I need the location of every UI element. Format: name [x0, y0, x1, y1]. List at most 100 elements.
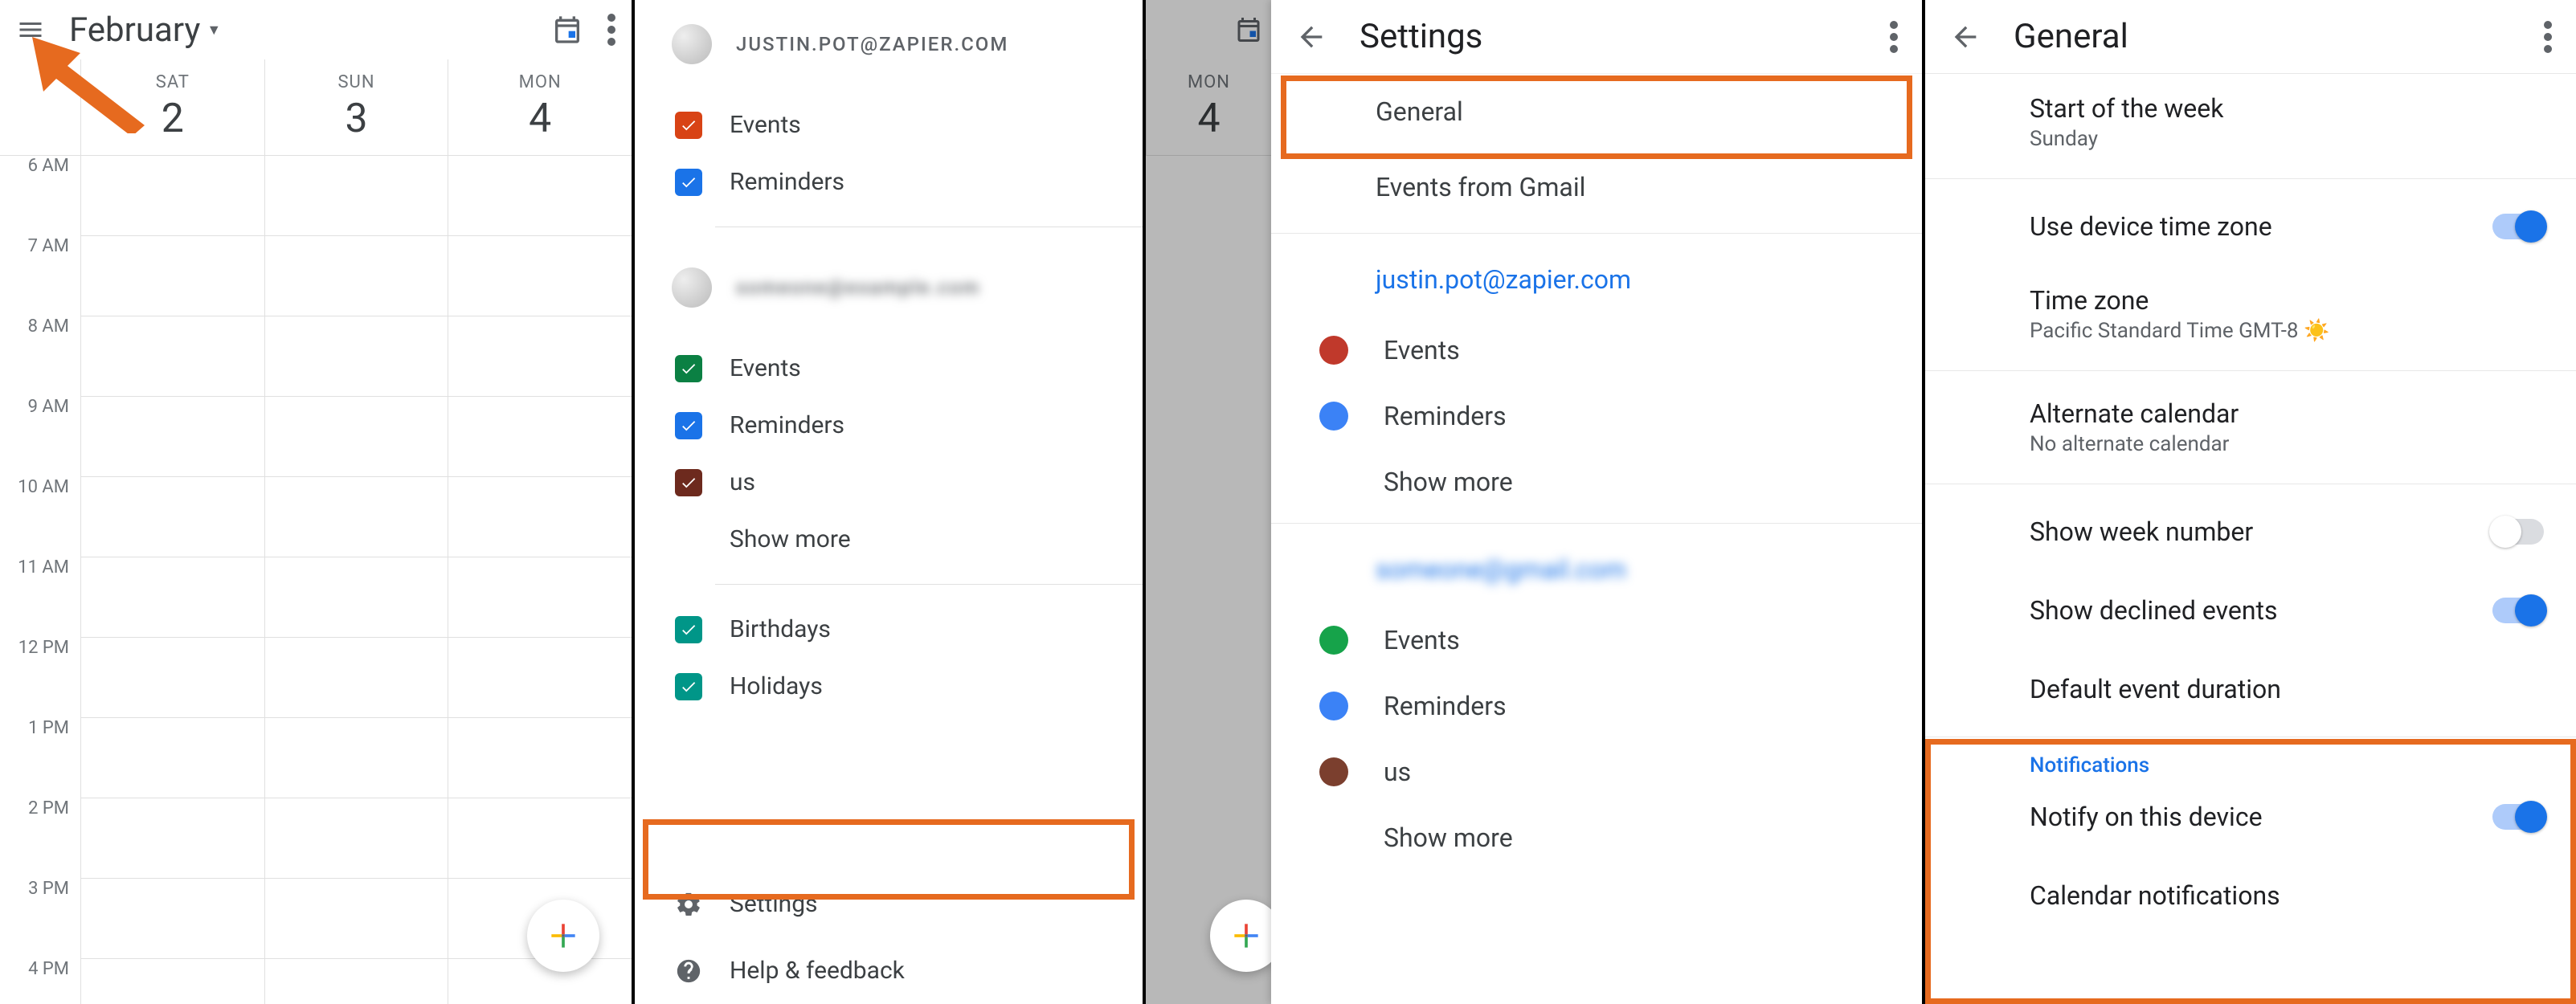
time-label: 8 AM: [0, 316, 80, 397]
time-label: 11 AM: [0, 557, 80, 638]
time-label: 3 PM: [0, 879, 80, 959]
settings-account-header[interactable]: justin.pot@zapier.com: [1271, 242, 1922, 317]
drawer-help-item[interactable]: Help & feedback: [635, 937, 1143, 1004]
settings-item-general[interactable]: General: [1271, 74, 1922, 149]
general-settings-screen: General Start of the week Sunday Use dev…: [1925, 0, 2576, 1004]
gear-icon: [675, 891, 702, 918]
calendar-toggle-events[interactable]: Events: [635, 340, 1143, 397]
calendar-toggle-birthdays[interactable]: Birthdays: [635, 601, 1143, 658]
checkbox-icon[interactable]: [675, 673, 702, 700]
day-of-week: MON: [519, 72, 562, 92]
checkbox-icon[interactable]: [675, 169, 702, 196]
setting-timezone[interactable]: Time zone Pacific Standard Time GMT-8 ☀️: [1925, 266, 2576, 362]
time-label: 1 PM: [0, 718, 80, 798]
nav-drawer: JUSTIN.POT@ZAPIER.COM Events Reminders s…: [635, 0, 1143, 1004]
setting-alternate-calendar[interactable]: Alternate calendar No alternate calendar: [1925, 379, 2576, 475]
day-header-row: SAT 2 SUN 3 MON 4: [0, 59, 632, 156]
calendar-toggle-holidays[interactable]: Holidays: [635, 658, 1143, 715]
color-dot-icon: [1319, 626, 1348, 655]
setting-calendar-notifications[interactable]: Calendar notifications: [1925, 856, 2576, 935]
more-vert-icon[interactable]: [607, 14, 615, 46]
calendar-label: Reminders: [1384, 401, 1507, 431]
day-date: 2: [162, 96, 184, 142]
setting-use-device-timezone[interactable]: Use device time zone: [1925, 187, 2576, 266]
more-vert-icon[interactable]: [1890, 21, 1898, 53]
calendar-label: Events: [1384, 625, 1460, 655]
calendar-toggle-reminders[interactable]: Reminders: [635, 153, 1143, 210]
toggle-switch[interactable]: [2492, 214, 2544, 239]
help-icon: [675, 957, 702, 985]
timeline-grid[interactable]: 6 AM 7 AM 8 AM 9 AM 10 AM 11 AM 12 PM 1 …: [0, 156, 632, 1004]
drawer-account-secondary[interactable]: someone@example.com: [635, 243, 1143, 340]
drawer-account[interactable]: JUSTIN.POT@ZAPIER.COM: [635, 0, 1143, 96]
time-label: 7 AM: [0, 236, 80, 316]
drawer-help-label: Help & feedback: [730, 957, 905, 985]
account-email-redacted: someone@example.com: [736, 276, 980, 299]
time-label: 4 PM: [0, 959, 80, 1004]
time-gutter: 6 AM 7 AM 8 AM 9 AM 10 AM 11 AM 12 PM 1 …: [0, 156, 80, 1004]
calendar-label: Birthdays: [730, 615, 831, 643]
toggle-switch[interactable]: [2492, 519, 2544, 545]
create-event-fab[interactable]: [527, 900, 599, 972]
toggle-switch[interactable]: [2492, 598, 2544, 623]
avatar: [672, 24, 712, 64]
settings-calendar-item[interactable]: Reminders: [1271, 383, 1922, 449]
show-more-button[interactable]: Show more: [1271, 449, 1922, 515]
day-of-week: SAT: [156, 72, 190, 92]
avatar: [672, 267, 712, 308]
setting-default-duration[interactable]: Default event duration: [1925, 650, 2576, 729]
more-vert-icon[interactable]: [2544, 21, 2552, 53]
checkbox-icon[interactable]: [675, 469, 702, 496]
settings-calendar-item[interactable]: Reminders: [1271, 673, 1922, 739]
color-dot-icon: [1319, 336, 1348, 365]
calendar-label: Events: [730, 354, 801, 382]
settings-calendar-item[interactable]: Events: [1271, 317, 1922, 383]
time-label: 12 PM: [0, 638, 80, 718]
today-icon[interactable]: [551, 14, 583, 46]
calendar-label: Holidays: [730, 672, 823, 700]
calendar-toggle-us[interactable]: us: [635, 454, 1143, 511]
show-more-button[interactable]: Show more: [635, 511, 1143, 568]
setting-show-declined[interactable]: Show declined events: [1925, 571, 2576, 650]
drawer-settings-item[interactable]: Settings: [635, 871, 1143, 937]
toggle-switch[interactable]: [2492, 804, 2544, 830]
settings-item-gmail-events[interactable]: Events from Gmail: [1271, 149, 1922, 225]
day-date: 4: [529, 96, 551, 142]
settings-calendar-item[interactable]: us: [1271, 739, 1922, 805]
day-date: 3: [345, 96, 367, 142]
calendar-header: February ▼: [0, 0, 632, 59]
color-dot-icon: [1319, 402, 1348, 431]
hamburger-menu-icon[interactable]: [16, 15, 45, 44]
day-column[interactable]: SAT 2: [80, 59, 264, 155]
account-email: JUSTIN.POT@ZAPIER.COM: [736, 33, 1008, 55]
calendar-toggle-events[interactable]: Events: [635, 96, 1143, 153]
plus-icon: [546, 918, 581, 953]
time-label: 10 AM: [0, 477, 80, 557]
show-more-button[interactable]: Show more: [1271, 805, 1922, 871]
day-column[interactable]: MON 4: [448, 59, 632, 155]
month-title[interactable]: February: [69, 10, 200, 50]
chevron-down-icon[interactable]: ▼: [206, 22, 221, 39]
checkbox-icon[interactable]: [675, 616, 702, 643]
setting-show-week-number[interactable]: Show week number: [1925, 492, 2576, 571]
calendar-label: Reminders: [1384, 691, 1507, 721]
back-arrow-icon[interactable]: [1295, 21, 1327, 53]
day-of-week: SUN: [337, 72, 374, 92]
color-dot-icon: [1319, 757, 1348, 786]
settings-calendar-item[interactable]: Events: [1271, 607, 1922, 673]
settings-title: Settings: [1360, 17, 1482, 56]
settings-screen: MON 4 Settings General Events from Gmail…: [1146, 0, 1922, 1004]
settings-account-header-redacted[interactable]: someone@gmail.com: [1271, 532, 1922, 607]
checkbox-icon[interactable]: [675, 112, 702, 139]
checkbox-icon[interactable]: [675, 355, 702, 382]
time-label: 9 AM: [0, 397, 80, 477]
calendar-toggle-reminders[interactable]: Reminders: [635, 397, 1143, 454]
calendar-label: Events: [1384, 335, 1460, 365]
general-title: General: [2014, 17, 2128, 56]
day-column[interactable]: SUN 3: [264, 59, 448, 155]
setting-start-week[interactable]: Start of the week Sunday: [1925, 74, 2576, 170]
general-header: General: [1925, 0, 2576, 74]
setting-notify-on-device[interactable]: Notify on this device: [1925, 777, 2576, 856]
checkbox-icon[interactable]: [675, 412, 702, 439]
back-arrow-icon[interactable]: [1949, 21, 1981, 53]
